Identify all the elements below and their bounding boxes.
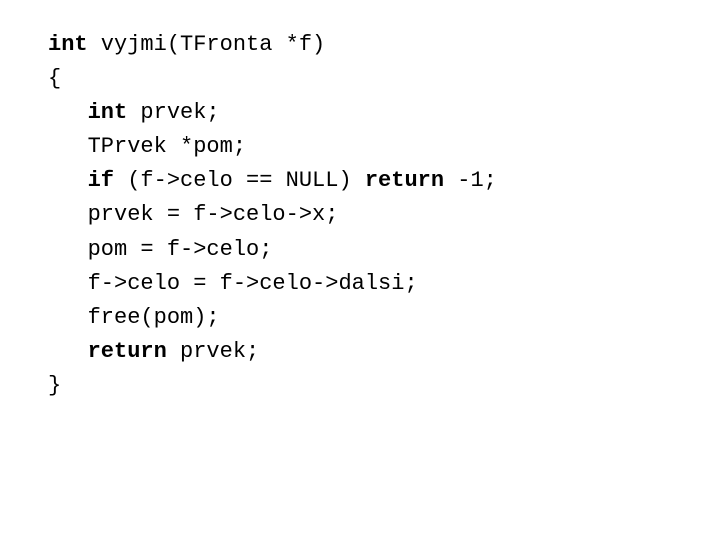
keyword: return bbox=[365, 168, 444, 193]
code-text bbox=[48, 339, 88, 364]
code-line: prvek = f->celo->x; bbox=[48, 198, 672, 232]
keyword: int bbox=[48, 32, 88, 57]
code-text: -1; bbox=[444, 168, 497, 193]
code-line: int prvek; bbox=[48, 96, 672, 130]
code-text: (f->celo == NULL) bbox=[114, 168, 365, 193]
keyword: return bbox=[88, 339, 167, 364]
code-text: prvek = f->celo->x; bbox=[48, 202, 338, 227]
code-text: { bbox=[48, 66, 61, 91]
code-text: free(pom); bbox=[48, 305, 220, 330]
code-line: free(pom); bbox=[48, 301, 672, 335]
code-text: prvek; bbox=[127, 100, 219, 125]
code-text bbox=[48, 168, 88, 193]
code-text: TPrvek *pom; bbox=[48, 134, 246, 159]
code-line: f->celo = f->celo->dalsi; bbox=[48, 267, 672, 301]
code-text: } bbox=[48, 373, 61, 398]
code-line: int vyjmi(TFronta *f) bbox=[48, 28, 672, 62]
keyword: if bbox=[88, 168, 114, 193]
keyword: int bbox=[88, 100, 128, 125]
code-line: TPrvek *pom; bbox=[48, 130, 672, 164]
code-text: vyjmi(TFronta *f) bbox=[88, 32, 326, 57]
code-text bbox=[48, 100, 88, 125]
code-line: } bbox=[48, 369, 672, 403]
code-text: pom = f->celo; bbox=[48, 237, 272, 262]
code-block: int vyjmi(TFronta *f) { int prvek; TPrvek… bbox=[48, 28, 672, 403]
code-line: if (f->celo == NULL) return -1; bbox=[48, 164, 672, 198]
code-line: { bbox=[48, 62, 672, 96]
code-line: pom = f->celo; bbox=[48, 233, 672, 267]
code-text: f->celo = f->celo->dalsi; bbox=[48, 271, 418, 296]
code-line: return prvek; bbox=[48, 335, 672, 369]
code-text: prvek; bbox=[167, 339, 259, 364]
